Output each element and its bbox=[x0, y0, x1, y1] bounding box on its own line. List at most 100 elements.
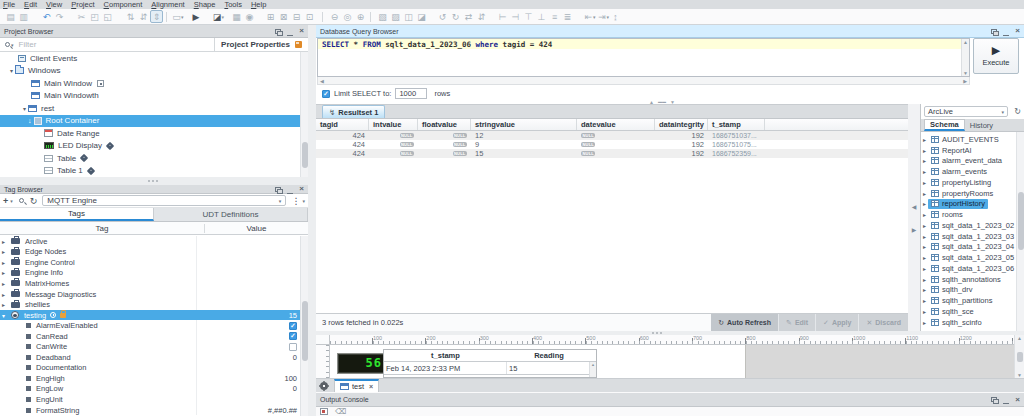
led-display-component[interactable]: 56 bbox=[337, 353, 387, 374]
db-table-row-reporthistory[interactable]: ▸reportHistory bbox=[921, 199, 1016, 210]
menu-help[interactable]: Help bbox=[251, 0, 266, 9]
minimize-icon[interactable] bbox=[287, 30, 293, 36]
limit-select-checkbox[interactable]: ✓ bbox=[322, 90, 330, 98]
limit-rows-input[interactable]: 1000 bbox=[395, 88, 427, 99]
project-tree-row-main-window[interactable]: Main Window bbox=[0, 77, 300, 90]
project-tree-row-table[interactable]: Table bbox=[0, 152, 300, 165]
save-icon[interactable]: ▤ bbox=[4, 10, 17, 23]
project-tree-row-date-range[interactable]: Date Range bbox=[0, 127, 300, 140]
menu-shape[interactable]: Shape bbox=[194, 0, 216, 9]
project-filter-input[interactable]: Filter bbox=[19, 40, 37, 49]
tag-tree-row-deadband[interactable]: Deadband0 bbox=[0, 352, 300, 363]
column-header-tagid[interactable]: tagid bbox=[316, 119, 369, 130]
db-table-row-propertylisting[interactable]: ▸propertyListing bbox=[921, 177, 1016, 188]
discard-button[interactable]: ✕Discard bbox=[858, 314, 908, 332]
result-row[interactable]: 424NULLNULL12NULL1921686751037... bbox=[316, 131, 908, 140]
menu-view[interactable]: View bbox=[46, 0, 62, 9]
menu-file[interactable]: File bbox=[3, 0, 15, 9]
value-checkbox[interactable]: ✓ bbox=[289, 332, 297, 340]
tab-test-window[interactable]: test × bbox=[334, 379, 379, 393]
menu-project[interactable]: Project bbox=[71, 0, 94, 9]
align-top-icon[interactable]: ⊤ bbox=[522, 10, 535, 23]
tag-tree-row-shellies[interactable]: ▸shellies bbox=[0, 299, 300, 310]
resize-icon[interactable]: ⇕ bbox=[150, 10, 163, 23]
value-column[interactable]: Value bbox=[205, 224, 308, 233]
db-table-row-propertyrooms[interactable]: ▸propertyRooms bbox=[921, 188, 1016, 199]
db-tree-scrollbar[interactable] bbox=[1016, 132, 1024, 331]
db-table-row-sqlt-data-1-2023-06[interactable]: ▸sqlt_data_1_2023_06 bbox=[921, 263, 1016, 274]
bring-forward-icon[interactable]: ◫ bbox=[402, 10, 415, 23]
expand-arrow-icon[interactable]: ▸ bbox=[921, 157, 928, 164]
db-table-row-sqlth-annotations[interactable]: ▸sqlth_annotations bbox=[921, 274, 1016, 285]
close-icon[interactable]: × bbox=[1015, 396, 1020, 404]
expand-arrow-icon[interactable]: ▸ bbox=[921, 243, 928, 250]
left-center-splitter[interactable] bbox=[308, 25, 316, 416]
difference-icon[interactable]: ⊡ bbox=[303, 10, 316, 23]
refresh-icon[interactable]: ↻ bbox=[1014, 107, 1021, 116]
project-tree-row-client-events[interactable]: Client Events bbox=[0, 52, 300, 65]
gear-icon[interactable] bbox=[320, 382, 328, 390]
menu-alignment[interactable]: Alignment bbox=[151, 0, 184, 9]
result-row[interactable]: 424NULLNULL9NULL1921686751075... bbox=[316, 140, 908, 149]
tag-tree-row-enghigh[interactable]: EngHigh100 bbox=[0, 373, 300, 384]
float-icon[interactable] bbox=[275, 29, 281, 34]
expand-arrow-icon[interactable]: ▸ bbox=[921, 308, 928, 315]
align-bottom-icon[interactable]: ⊥ bbox=[535, 10, 548, 23]
expand-arrow-icon[interactable]: ▾ bbox=[8, 67, 15, 74]
expand-arrow-icon[interactable]: ▸ bbox=[921, 136, 928, 143]
expand-arrow-icon[interactable]: ▸ bbox=[921, 276, 928, 283]
expand-arrow-icon[interactable]: ▸ bbox=[0, 248, 7, 255]
column-header-dataintegrity[interactable]: dataintegrity bbox=[655, 119, 708, 130]
send-back-icon[interactable]: ▨ bbox=[389, 10, 402, 23]
tag-tree-row-arclive[interactable]: ▸Arclive bbox=[0, 236, 300, 247]
float-icon[interactable] bbox=[991, 397, 997, 402]
expand-arrow-icon[interactable]: ▸ bbox=[921, 211, 928, 218]
tag-tree-row-engunit[interactable]: EngUnit bbox=[0, 394, 300, 405]
expand-arrow-icon[interactable]: ▸ bbox=[921, 233, 928, 240]
project-tree-scrollbar[interactable] bbox=[300, 52, 308, 177]
expand-arrow-icon[interactable]: ▸ bbox=[921, 286, 928, 293]
minimize-icon[interactable] bbox=[1003, 398, 1009, 404]
column-header-intvalue[interactable]: intvalue bbox=[369, 119, 418, 130]
undo-icon[interactable]: ↶ bbox=[40, 10, 53, 23]
column-header-t-stamp[interactable]: t_stamp bbox=[708, 119, 765, 130]
db-connection-select[interactable]: ArcLive ▾ bbox=[924, 106, 1008, 117]
sql-editor-hscrollbar[interactable]: ◀▶ bbox=[317, 77, 970, 85]
db-table-row-sqlt-data-1-2023-05[interactable]: ▸sqlt_data_1_2023_05 bbox=[921, 252, 1016, 263]
zoom-in-icon[interactable]: ⊕ bbox=[354, 10, 367, 23]
db-table-row-sqlt-data-1-2023-02[interactable]: ▸sqlt_data_1_2023_02 bbox=[921, 220, 1016, 231]
db-table-row-audit-events[interactable]: ▸AUDIT_EVENTS bbox=[921, 134, 1016, 145]
align-right-icon[interactable]: ⊣ bbox=[509, 10, 522, 23]
db-table-row-alarm-events[interactable]: ▸alarm_events bbox=[921, 166, 1016, 177]
tag-tree-row-englow[interactable]: EngLow0 bbox=[0, 384, 300, 395]
cut-icon[interactable]: ✂ bbox=[75, 10, 88, 23]
close-tab-icon[interactable]: × bbox=[369, 383, 373, 390]
tag-tree-row-canread[interactable]: CanRead✓ bbox=[0, 331, 300, 342]
align-left-icon[interactable]: ⊢ bbox=[496, 10, 509, 23]
tag-tree-scrollbar[interactable] bbox=[300, 236, 308, 416]
expand-arrow-icon[interactable]: ▸ bbox=[0, 280, 7, 287]
copy-icon[interactable]: ◰ bbox=[88, 10, 101, 23]
align-horizontal-icon[interactable]: ⇵ bbox=[137, 10, 150, 23]
menu-edit[interactable]: Edit bbox=[24, 0, 37, 9]
tab-udt-definitions[interactable]: UDT Definitions bbox=[154, 208, 308, 221]
auto-refresh-button[interactable]: ↻Auto Refresh bbox=[711, 314, 778, 332]
edit-button[interactable]: ✎Edit bbox=[778, 314, 815, 332]
value-checkbox[interactable] bbox=[289, 343, 297, 351]
tag-provider-select[interactable]: MQTT Engine ▾ bbox=[42, 195, 286, 206]
send-backward-icon[interactable]: ◪ bbox=[415, 10, 428, 23]
zoom-out-icon[interactable]: ⊖ bbox=[328, 10, 341, 23]
project-tag-splitter[interactable] bbox=[0, 177, 308, 185]
rotate-right-icon[interactable]: ↻ bbox=[449, 10, 462, 23]
project-tree-row-windows[interactable]: ▾Windows bbox=[0, 65, 300, 78]
sql-editor-vscrollbar[interactable]: ▲▼ bbox=[961, 39, 969, 76]
expand-arrow-icon[interactable]: ▸ bbox=[921, 168, 928, 175]
value-checkbox[interactable]: ✓ bbox=[289, 322, 297, 330]
close-icon[interactable]: × bbox=[299, 27, 304, 35]
float-icon[interactable] bbox=[275, 187, 281, 192]
tag-tree-row-engine-control[interactable]: ▸Engine Control bbox=[0, 257, 300, 268]
tag-tree-row-testing[interactable]: ▾testing15 bbox=[0, 310, 300, 321]
expand-arrow-icon[interactable]: ▾ bbox=[0, 312, 7, 319]
expand-arrow-icon[interactable]: ▸ bbox=[0, 238, 7, 245]
db-table-row-sqlth-partitions[interactable]: ▸sqlth_partitions bbox=[921, 295, 1016, 306]
